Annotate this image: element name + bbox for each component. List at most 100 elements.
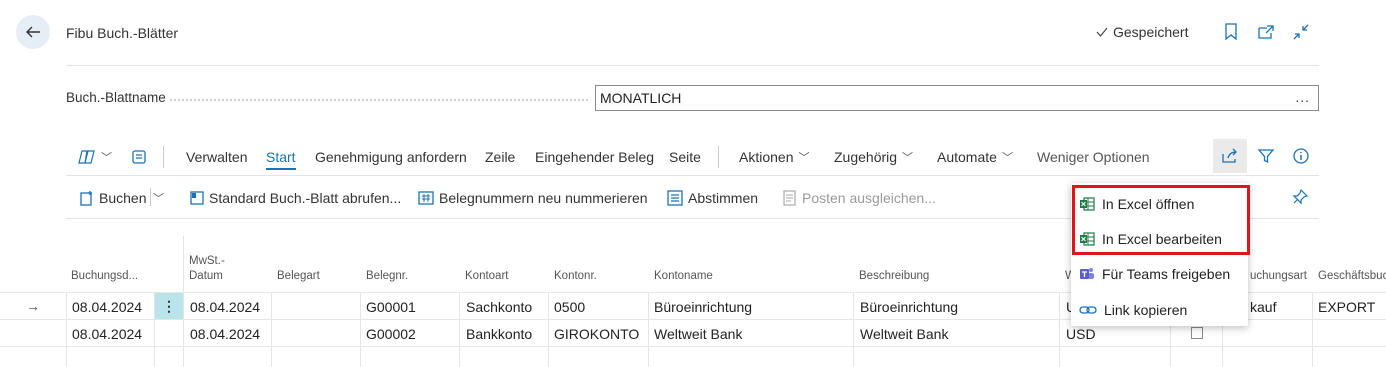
filter-button[interactable]	[1257, 147, 1275, 165]
row-divider	[0, 346, 1386, 347]
grid-line	[853, 292, 854, 367]
col-kontoname[interactable]: Kontoname	[654, 269, 713, 284]
copy-link-item[interactable]: Link kopieren	[1079, 302, 1187, 318]
menu-automate[interactable]: Automate ﹀	[937, 149, 1013, 165]
row-checkbox[interactable]	[1191, 327, 1203, 339]
info-icon	[1293, 148, 1309, 164]
bookmark-button[interactable]	[1221, 22, 1241, 42]
renumber-button[interactable]: Belegnummern neu nummerieren	[418, 190, 648, 206]
reconcile-button[interactable]: Abstimmen	[667, 190, 758, 206]
col-mwst-line1[interactable]: MwSt.-	[189, 254, 225, 269]
table-cell[interactable]: 08.04.2024	[72, 326, 142, 342]
chevron-down-icon: ﹀	[798, 152, 810, 164]
grid-line	[459, 292, 460, 367]
divider	[66, 175, 1319, 176]
toolbar-separator	[163, 146, 164, 168]
table-cell[interactable]: 0500	[554, 299, 585, 315]
menu-aktionen-label: Aktionen	[739, 149, 794, 165]
journal-name-value: MONATLICH	[600, 90, 682, 106]
menu-automate-label: Automate	[937, 149, 997, 165]
table-cell[interactable]: Bankkonto	[466, 326, 532, 342]
link-icon	[1079, 306, 1097, 314]
grid-line	[66, 292, 67, 367]
col-geschaeftsbuchungsgruppe[interactable]: Geschäftsbuc	[1318, 269, 1386, 284]
table-cell[interactable]: Sachkonto	[466, 299, 532, 315]
chevron-down-icon: ﹀	[902, 152, 914, 164]
post-button[interactable]: Buchen	[80, 190, 146, 206]
tab-verwalten[interactable]: Verwalten	[186, 149, 247, 165]
get-standard-journal-button[interactable]: Standard Buch.-Blatt abrufen...	[190, 190, 401, 206]
table-cell[interactable]: USD	[1066, 326, 1096, 342]
collapse-button[interactable]	[1291, 22, 1311, 42]
post-icon	[80, 191, 92, 206]
journal-icon	[190, 191, 204, 205]
menu-zugehoerig-label: Zugehörig	[834, 149, 898, 165]
table-cell[interactable]: EXPORT	[1318, 299, 1375, 315]
table-cell[interactable]: Weltweit Bank	[860, 326, 948, 342]
tab-genehmigung[interactable]: Genehmigung anfordern	[315, 149, 467, 165]
get-standard-journal-label: Standard Buch.-Blatt abrufen...	[209, 190, 402, 206]
page-layout-button[interactable]	[131, 149, 147, 165]
share-to-teams-item[interactable]: Für Teams freigeben	[1079, 266, 1230, 282]
share-icon	[1222, 148, 1237, 163]
renumber-icon	[418, 191, 434, 205]
filter-icon	[1257, 149, 1275, 164]
tab-eingehender-beleg[interactable]: Eingehender Beleg	[535, 149, 654, 165]
table-cell[interactable]: Büroeinrichtung	[860, 299, 958, 315]
menu-zugehoerig[interactable]: Zugehörig ﹀	[834, 149, 913, 165]
saved-status: Gespeichert	[1095, 24, 1188, 40]
table-cell[interactable]: 08.04.2024	[72, 299, 142, 315]
col-kontoart[interactable]: Kontoart	[465, 269, 508, 284]
pin-icon	[1292, 189, 1308, 205]
open-new-window-button[interactable]	[1256, 22, 1276, 42]
toolbar-separator	[718, 146, 719, 168]
grid-line	[183, 236, 184, 367]
fewer-options-button[interactable]: Weniger Optionen	[1037, 149, 1150, 165]
copilot-menu[interactable]: ﹀	[78, 149, 112, 165]
grid-line	[648, 292, 649, 367]
reconcile-icon	[667, 190, 683, 206]
col-buchungsart[interactable]: uchungsart	[1250, 269, 1307, 284]
saved-label: Gespeichert	[1113, 24, 1189, 40]
field-label: Buch.-Blattname	[66, 90, 166, 105]
share-button[interactable]	[1213, 139, 1247, 173]
table-cell[interactable]: 08.04.2024	[190, 299, 260, 315]
chevron-down-icon: ﹀	[1001, 152, 1013, 164]
back-button[interactable]	[16, 15, 50, 49]
table-cell[interactable]: 08.04.2024	[190, 326, 260, 342]
table-cell[interactable]: Weltweit Bank	[654, 326, 742, 342]
col-kontonr[interactable]: Kontonr.	[554, 269, 597, 284]
chevron-down-icon: ﹀	[101, 152, 112, 164]
col-mwst-line2[interactable]: Datum	[189, 269, 223, 284]
copy-link-label: Link kopieren	[1104, 302, 1188, 318]
col-belegart[interactable]: Belegart	[277, 269, 320, 284]
back-arrow-icon	[26, 26, 40, 38]
table-cell[interactable]: Büroeinrichtung	[654, 299, 752, 315]
table-cell[interactable]: kauf	[1250, 299, 1276, 315]
tab-seite[interactable]: Seite	[669, 149, 701, 165]
page-title: Fibu Buch.-Blätter	[66, 25, 179, 41]
col-beschreibung[interactable]: Beschreibung	[859, 269, 929, 284]
table-cell[interactable]: GIROKONTO	[554, 326, 639, 342]
teams-icon	[1080, 268, 1094, 279]
lookup-more-button[interactable]: ...	[1295, 89, 1310, 105]
open-new-window-icon	[1258, 25, 1274, 39]
tab-zeile[interactable]: Zeile	[485, 149, 515, 165]
pin-button[interactable]	[1292, 189, 1308, 205]
grid-line	[271, 292, 272, 367]
tab-start[interactable]: Start	[266, 149, 296, 170]
collapse-icon	[1293, 24, 1309, 40]
col-belegnr[interactable]: Belegnr.	[366, 269, 408, 284]
journal-name-field[interactable]: MONATLICH ...	[595, 85, 1319, 111]
bookmark-icon	[1225, 23, 1237, 41]
info-button[interactable]	[1292, 147, 1310, 165]
table-cell[interactable]: G00002	[366, 326, 416, 342]
menu-aktionen[interactable]: Aktionen ﹀	[739, 149, 809, 165]
apply-entries-label: Posten ausgleichen...	[802, 190, 936, 206]
apply-entries-button[interactable]: Posten ausgleichen...	[783, 190, 936, 206]
row-actions-button[interactable]: ⋮	[155, 293, 183, 319]
checkmark-icon	[1096, 27, 1108, 37]
post-menu-toggle[interactable]: ﹀	[153, 190, 164, 206]
col-buchungsdatum[interactable]: Buchungsd...	[71, 269, 138, 284]
table-cell[interactable]: G00001	[366, 299, 416, 315]
